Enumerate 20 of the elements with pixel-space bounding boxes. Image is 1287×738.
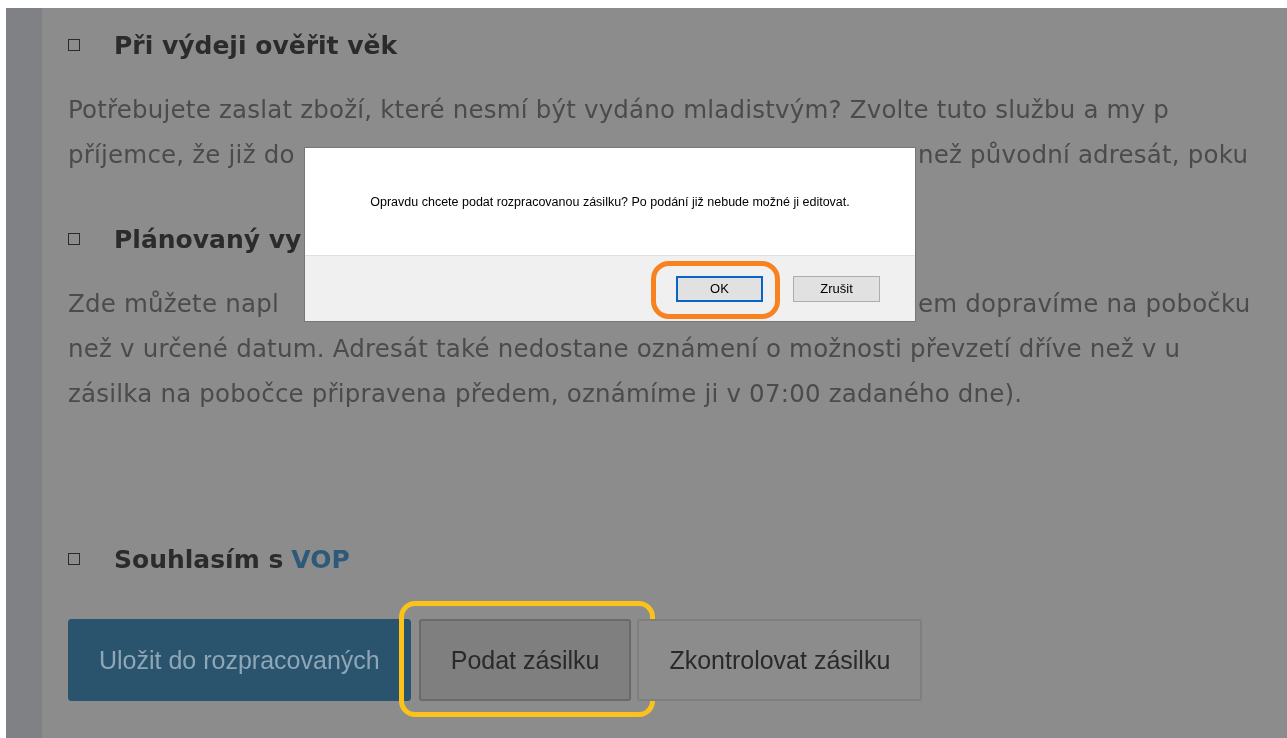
checkbox[interactable] — [68, 233, 80, 245]
save-draft-button[interactable]: Uložit do rozpracovaných — [68, 619, 411, 701]
action-button[interactable]: Zkontrolovat zásilku — [637, 619, 923, 701]
terms-link[interactable]: VOP — [291, 544, 350, 574]
description-text: než v určené datum. Adresát také nedostane oznámení o možnosti převzetí dříve než v u — [68, 334, 1181, 363]
description-text: než původní adresát, poku — [918, 140, 1249, 169]
dialog-message: Opravdu chcete podat rozpracovanou zásilku? Po podání již nebude možné ji editovat. — [370, 194, 850, 209]
option-heading: Při výdeji ověřit věk — [114, 30, 398, 60]
checkbox[interactable] — [68, 553, 80, 565]
description-text: em dopravíme na pobočku — [918, 289, 1251, 318]
description-text: příjemce, že již do — [68, 140, 296, 169]
description-text: zásilka na pobočce připravena předem, oznámíme ji v 07:00 zadaného dne). — [68, 379, 1023, 408]
checkbox[interactable] — [68, 39, 80, 51]
description-text: Potřebujete zaslat zboží, které nesmí být vydáno mladistvým? Zvolte tuto službu a my p — [68, 95, 1170, 124]
dialog-button[interactable]: OK — [676, 275, 763, 302]
description-text: Zde můžete napl — [68, 289, 280, 318]
dialog-button[interactable]: Zrušit — [793, 275, 880, 302]
option-heading: Plánovaný vy — [114, 224, 302, 254]
action-button[interactable]: Podat zásilku — [418, 619, 632, 701]
consent-label: Souhlasím s — [114, 544, 284, 574]
